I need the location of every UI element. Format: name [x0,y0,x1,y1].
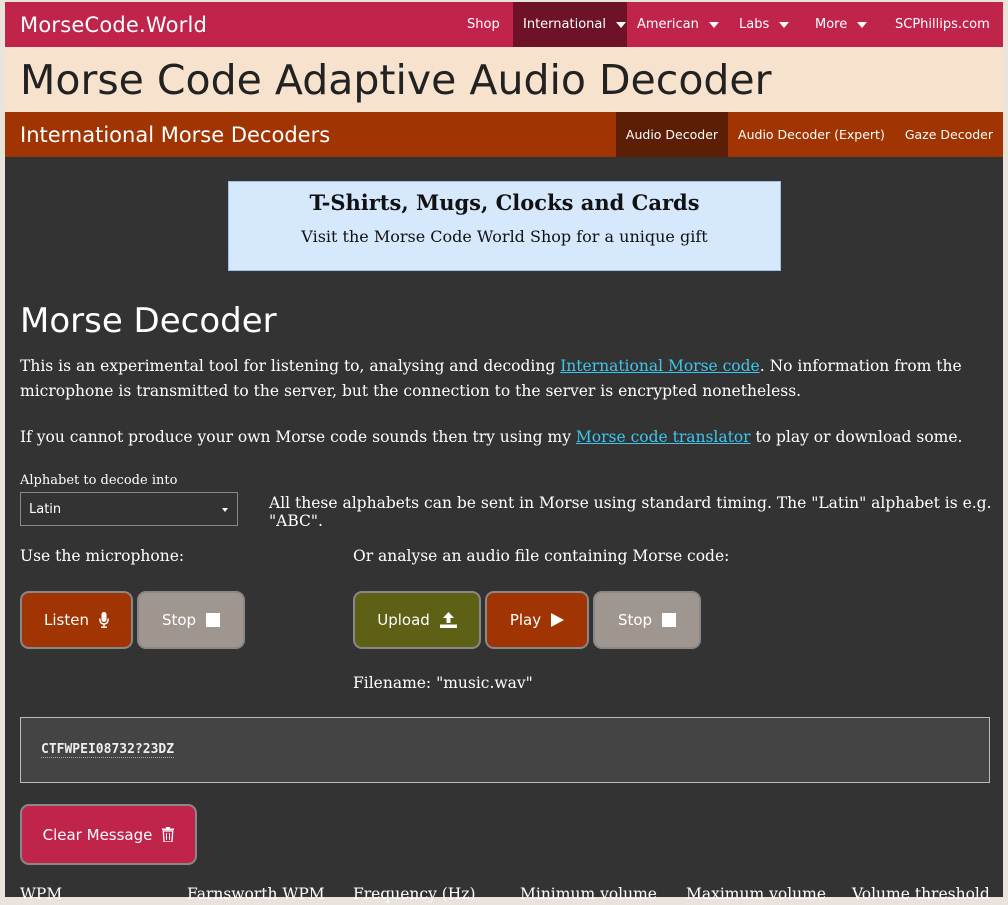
translator-paragraph: If you cannot produce your own Morse cod… [20,428,963,446]
settings-header-min-volume: Minimum volume [520,885,657,903]
microphone-icon [99,612,109,628]
stop-microphone-button[interactable]: Stop [137,591,245,649]
international-morse-link[interactable]: International Morse code [560,357,760,375]
filename-text: Filename: "music.wav" [353,674,533,692]
upload-icon [439,612,457,628]
audio-file-label: Or analyse an audio file containing Mors… [353,547,730,565]
settings-header-farnsworth: Farnsworth WPM [187,885,325,903]
shop-banner-title: T-Shirts, Mugs, Clocks and Cards [309,190,700,215]
alphabet-label: Alphabet to decode into [20,473,178,488]
nav-scphillips[interactable]: SCPhillips.com [885,2,1003,47]
subnav-title[interactable]: International Morse Decoders [20,123,330,147]
caret-down-icon [615,21,626,28]
shop-banner[interactable]: T-Shirts, Mugs, Clocks and Cards Visit t… [228,181,781,271]
decoded-text: CTFWPEI08732?23DZ [41,742,175,758]
intro-paragraph: This is an experimental tool for listeni… [20,357,962,400]
caret-down-icon [779,21,790,28]
nav-american[interactable]: American [627,2,729,47]
title-band: Morse Code Adaptive Audio Decoder [5,47,1003,112]
tab-audio-decoder-expert[interactable]: Audio Decoder (Expert) [728,112,895,157]
top-nav-items: Shop International American Labs More SC… [457,2,1003,47]
settings-header-frequency: Frequency (Hz) [353,885,476,903]
settings-header-row: WPM Farnsworth WPM Frequency (Hz) Minimu… [20,885,1000,905]
settings-header-volume-threshold: Volume threshold [852,885,990,903]
settings-header-max-volume: Maximum volume [686,885,827,903]
tab-gaze-decoder[interactable]: Gaze Decoder [895,112,1003,157]
chevron-down-icon [222,508,228,512]
listen-button[interactable]: Listen [20,591,133,649]
alphabet-select[interactable]: Latin [20,492,238,526]
shop-banner-text: Visit the Morse Code World Shop for a un… [301,227,708,246]
alphabet-selected-value: Latin [29,501,62,517]
stop-icon [206,613,221,627]
decoded-output: CTFWPEI08732?23DZ [20,717,990,783]
trash-icon [162,827,175,842]
top-navbar: MorseCode.World Shop International Ameri… [5,2,1003,47]
nav-labs[interactable]: Labs [729,2,805,47]
play-icon [551,613,565,627]
settings-header-wpm: WPM [20,885,63,903]
caret-down-icon [857,21,868,28]
stop-icon [662,613,677,627]
alphabet-note: All these alphabets can be sent in Morse… [269,494,992,530]
subnav-tabs: Audio Decoder Audio Decoder (Expert) Gaz… [615,112,1003,157]
nav-more[interactable]: More [805,2,885,47]
stop-file-button[interactable]: Stop [593,591,701,649]
play-button[interactable]: Play [485,591,589,649]
sub-navbar: International Morse Decoders Audio Decod… [5,112,1003,157]
main-content: T-Shirts, Mugs, Clocks and Cards Visit t… [5,157,1003,903]
site-brand-link[interactable]: MorseCode.World [20,13,207,37]
tab-audio-decoder[interactable]: Audio Decoder [615,112,729,157]
morse-translator-link[interactable]: Morse code translator [576,428,751,446]
page-title: Morse Code Adaptive Audio Decoder [20,56,772,104]
section-heading: Morse Decoder [20,301,277,341]
nav-international[interactable]: International [513,2,627,47]
caret-down-icon [708,21,719,28]
upload-button[interactable]: Upload [353,591,481,649]
clear-message-button[interactable]: Clear Message [20,804,197,865]
microphone-label: Use the microphone: [20,547,185,565]
nav-shop[interactable]: Shop [457,2,513,47]
